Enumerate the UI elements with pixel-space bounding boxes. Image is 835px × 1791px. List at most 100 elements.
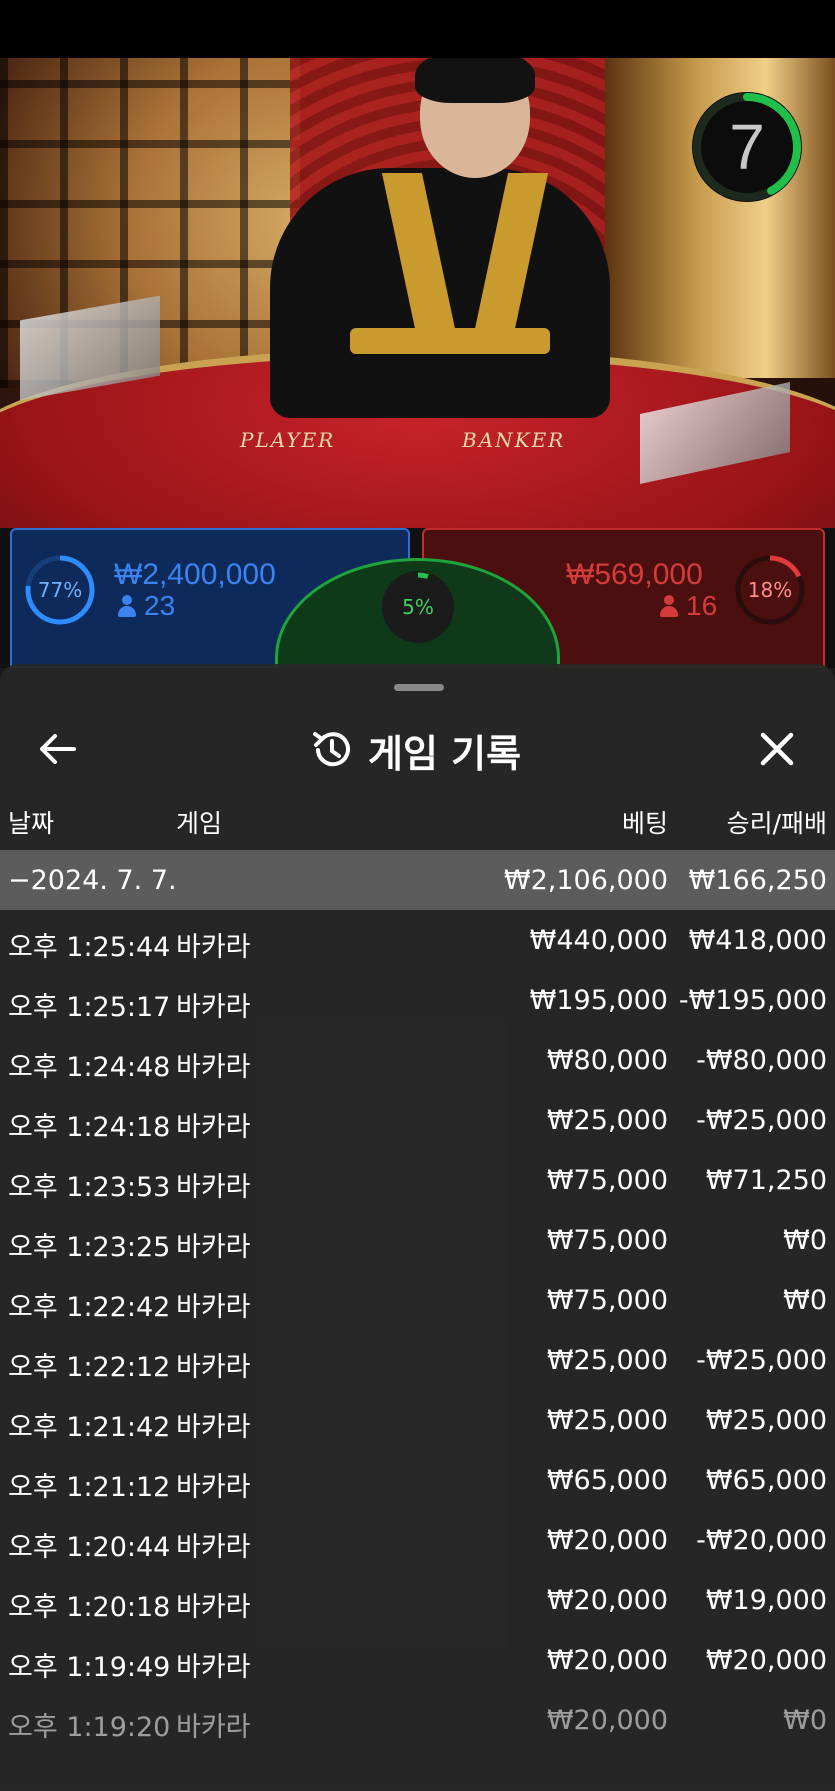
row-game: 바카라 xyxy=(176,1652,251,1683)
table-row[interactable]: 오후 1:21:42 바카라 ₩25,000 ₩25,000 xyxy=(0,1390,835,1450)
row-bet: ₩65,000 xyxy=(546,1465,668,1496)
row-time: 오후 1:20:18 xyxy=(8,1592,171,1623)
date-total-result: ₩166,250 xyxy=(688,865,827,896)
dealer-sash xyxy=(350,328,550,354)
row-game: 바카라 xyxy=(176,1712,251,1743)
row-result: -₩25,000 xyxy=(696,1105,827,1136)
row-bet: ₩20,000 xyxy=(546,1525,668,1556)
dealer-hair xyxy=(415,58,535,103)
row-time: 오후 1:21:42 xyxy=(8,1412,171,1443)
row-game: 바카라 xyxy=(176,1532,251,1563)
banker-amount: ₩569,000 xyxy=(566,558,703,591)
person-icon xyxy=(118,595,136,617)
row-result: ₩20,000 xyxy=(705,1645,827,1676)
banker-percent: 18% xyxy=(747,578,793,602)
countdown-timer: 7 xyxy=(692,92,802,202)
close-icon xyxy=(760,732,794,766)
row-result: ₩19,000 xyxy=(705,1585,827,1616)
row-bet: ₩25,000 xyxy=(546,1405,668,1436)
row-game: 바카라 xyxy=(176,1592,251,1623)
banker-count: 16 xyxy=(686,590,718,621)
row-game: 바카라 xyxy=(176,1352,251,1383)
history-icon xyxy=(313,732,350,767)
table-row[interactable]: 오후 1:21:12 바카라 ₩65,000 ₩65,000 xyxy=(0,1450,835,1510)
row-bet: ₩25,000 xyxy=(546,1345,668,1376)
row-time: 오후 1:22:12 xyxy=(8,1352,171,1383)
row-game: 바카라 xyxy=(176,932,251,963)
table-row[interactable]: 오후 1:20:18 바카라 ₩20,000 ₩19,000 xyxy=(0,1570,835,1630)
history-table: −2024. 7. 7. ₩2,106,000 ₩166,250 오후 1:25… xyxy=(0,850,835,1750)
row-bet: ₩20,000 xyxy=(546,1705,668,1736)
table-row[interactable]: 오후 1:23:53 바카라 ₩75,000 ₩71,250 xyxy=(0,1150,835,1210)
row-time: 오후 1:23:53 xyxy=(8,1172,171,1203)
arrow-left-icon xyxy=(40,734,76,764)
row-result: ₩0 xyxy=(783,1225,827,1256)
row-bet: ₩440,000 xyxy=(529,925,668,956)
timer-value: 7 xyxy=(729,111,765,183)
row-bet: ₩20,000 xyxy=(546,1585,668,1616)
row-game: 바카라 xyxy=(176,1172,251,1203)
table-row[interactable]: 오후 1:24:18 바카라 ₩25,000 -₩25,000 xyxy=(0,1090,835,1150)
table-row[interactable]: 오후 1:20:44 바카라 ₩20,000 -₩20,000 xyxy=(0,1510,835,1570)
close-button[interactable] xyxy=(752,724,802,774)
sheet-title: 게임 기록 xyxy=(310,722,521,778)
row-time: 오후 1:24:48 xyxy=(8,1052,171,1083)
sheet-header: 게임 기록 xyxy=(0,704,835,794)
table-label-banker: BANKER xyxy=(462,428,566,452)
column-header-game: 게임 xyxy=(176,809,223,838)
row-result: ₩71,250 xyxy=(705,1165,827,1196)
tie-percent-ring: 5% xyxy=(382,571,454,643)
row-time: 오후 1:25:44 xyxy=(8,932,171,963)
table-row[interactable]: 오후 1:22:42 바카라 ₩75,000 ₩0 xyxy=(0,1270,835,1330)
column-header-result: 승리/패배 xyxy=(726,809,827,838)
table-row[interactable]: 오후 1:19:49 바카라 ₩20,000 ₩20,000 xyxy=(0,1630,835,1690)
date-label: −2024. 7. 7. xyxy=(8,865,177,896)
row-game: 바카라 xyxy=(176,1292,251,1323)
bet-stats: 77% ₩2,400,000 23 ₩569,000 16 18% 5% xyxy=(0,528,835,758)
sheet-drag-handle[interactable] xyxy=(394,684,444,691)
row-result: ₩0 xyxy=(783,1285,827,1316)
row-result: ₩65,000 xyxy=(705,1465,827,1496)
row-game: 바카라 xyxy=(176,1412,251,1443)
player-amount: ₩2,400,000 xyxy=(114,558,276,591)
row-result: -₩80,000 xyxy=(696,1045,827,1076)
table-row[interactable]: 오후 1:25:17 바카라 ₩195,000 -₩195,000 xyxy=(0,970,835,1030)
game-history-sheet: 게임 기록 날짜 게임 베팅 승리/패배 −2024. 7. 7. ₩2,106… xyxy=(0,664,835,1791)
player-percent-ring: 77% xyxy=(24,554,96,626)
row-game: 바카라 xyxy=(176,992,251,1023)
row-time: 오후 1:19:20 xyxy=(8,1712,171,1743)
row-bet: ₩195,000 xyxy=(529,985,668,1016)
row-bet: ₩75,000 xyxy=(546,1165,668,1196)
row-game: 바카라 xyxy=(176,1052,251,1083)
table-row[interactable]: 오후 1:19:20 바카라 ₩20,000 ₩0 xyxy=(0,1690,835,1750)
table-row[interactable]: 오후 1:23:25 바카라 ₩75,000 ₩0 xyxy=(0,1210,835,1270)
date-group-row[interactable]: −2024. 7. 7. ₩2,106,000 ₩166,250 xyxy=(0,850,835,910)
row-result: ₩25,000 xyxy=(705,1405,827,1436)
date-total-bet: ₩2,106,000 xyxy=(503,865,668,896)
table-row[interactable]: 오후 1:24:48 바카라 ₩80,000 -₩80,000 xyxy=(0,1030,835,1090)
banker-percent-ring: 18% xyxy=(734,554,806,626)
row-time: 오후 1:25:17 xyxy=(8,992,171,1023)
row-bet: ₩75,000 xyxy=(546,1285,668,1316)
sheet-title-text: 게임 기록 xyxy=(368,731,522,776)
row-result: -₩25,000 xyxy=(696,1345,827,1376)
person-icon xyxy=(660,595,678,617)
table-label-player: PLAYER xyxy=(240,428,336,452)
tie-percent: 5% xyxy=(402,595,434,619)
back-button[interactable] xyxy=(28,724,88,774)
player-count: 23 xyxy=(144,590,176,621)
row-time: 오후 1:23:25 xyxy=(8,1232,171,1263)
row-time: 오후 1:19:49 xyxy=(8,1652,171,1683)
status-bar xyxy=(0,0,835,58)
row-result: ₩418,000 xyxy=(688,925,827,956)
row-time: 오후 1:20:44 xyxy=(8,1532,171,1563)
column-header-date: 날짜 xyxy=(8,809,55,838)
row-result: -₩20,000 xyxy=(696,1525,827,1556)
row-game: 바카라 xyxy=(176,1472,251,1503)
row-game: 바카라 xyxy=(176,1112,251,1143)
row-bet: ₩25,000 xyxy=(546,1105,668,1136)
table-row[interactable]: 오후 1:22:12 바카라 ₩25,000 -₩25,000 xyxy=(0,1330,835,1390)
row-time: 오후 1:21:12 xyxy=(8,1472,171,1503)
table-row[interactable]: 오후 1:25:44 바카라 ₩440,000 ₩418,000 xyxy=(0,910,835,970)
column-header-bet: 베팅 xyxy=(621,809,668,838)
